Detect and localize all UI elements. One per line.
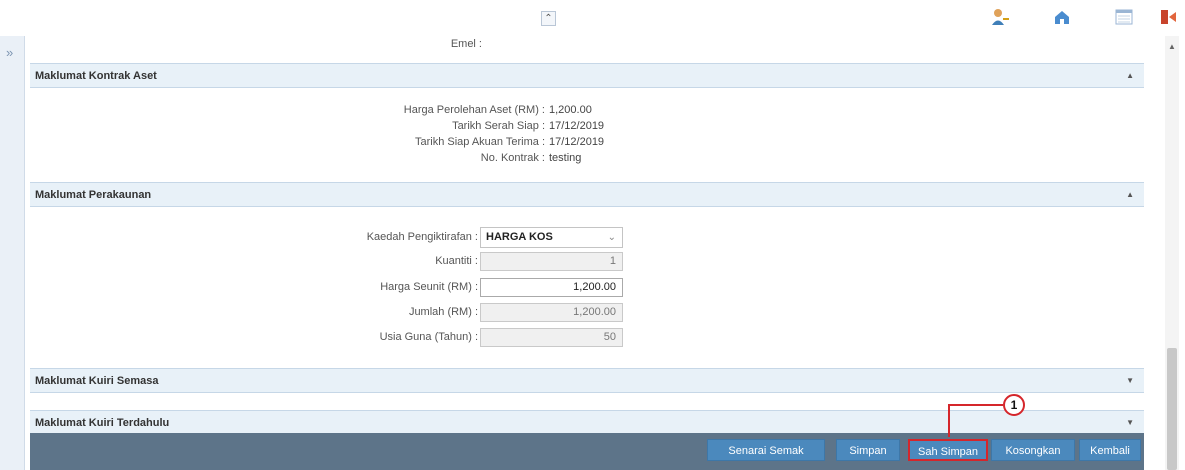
section-perakaunan-header[interactable]: Maklumat Perakaunan ▲ (30, 182, 1144, 207)
section-kuiri-semasa-header[interactable]: Maklumat Kuiri Semasa ▼ (30, 368, 1144, 393)
home-icon[interactable] (1052, 8, 1072, 26)
field-label: Tarikh Serah Siap : (452, 120, 545, 132)
kaedah-pengiktirafan-select[interactable]: HARGA KOS ⌄ (480, 227, 623, 248)
field-tarikh-siap-akuan: Tarikh Siap Akuan Terima : 17/12/2019 (30, 135, 1144, 149)
jumlah-field: 1,200.00 (480, 303, 623, 322)
field-label: Harga Perolehan Aset (RM) : (403, 104, 545, 116)
simpan-button[interactable]: Simpan (836, 439, 900, 461)
field-value: 17/12/2019 (549, 120, 605, 132)
field-value: testing (549, 152, 582, 164)
top-toolbar: ⌃ (0, 0, 1185, 36)
email-row: Emel : (30, 37, 1144, 51)
collapse-icon[interactable]: ▲ (1126, 190, 1134, 199)
harga-seunit-input[interactable]: 1,200.00 (480, 278, 623, 297)
expand-icon[interactable]: ▼ (1126, 418, 1134, 427)
annotation-marker: 1 (1003, 394, 1025, 416)
usia-guna-field: 50 (480, 328, 623, 347)
section-title: Maklumat Kuiri Terdahulu (35, 417, 170, 429)
chevrons-up-icon[interactable]: ⌃ (541, 11, 556, 26)
collapse-icon[interactable]: ▲ (1126, 71, 1134, 80)
field-tarikh-serah-siap: Tarikh Serah Siap : 17/12/2019 (30, 119, 1144, 133)
field-value: 1,200.00 (549, 104, 592, 116)
field-label: Tarikh Siap Akuan Terima : (414, 136, 545, 148)
scroll-up-icon[interactable]: ▲ (1168, 42, 1176, 51)
user-key-icon[interactable] (990, 8, 1010, 26)
calendar-icon[interactable] (1114, 8, 1134, 26)
field-harga-perolehan: Harga Perolehan Aset (RM) : 1,200.00 (30, 103, 1144, 117)
main-content: Emel : Maklumat Kontrak Aset ▲ Harga Per… (30, 36, 1144, 433)
field-label: No. Kontrak : (480, 152, 545, 164)
kembali-button[interactable]: Kembali (1079, 439, 1141, 461)
section-kontrak-aset-header[interactable]: Maklumat Kontrak Aset ▲ (30, 63, 1144, 88)
section-title: Maklumat Perakaunan (35, 189, 152, 201)
sah-simpan-button[interactable]: Sah Simpan (908, 439, 988, 461)
annotation-connector (948, 404, 950, 437)
expand-sidebar-icon[interactable]: » (6, 45, 13, 60)
section-title: Maklumat Kuiri Semasa (35, 375, 159, 387)
field-label: Jumlah (RM) : (408, 306, 478, 318)
section-kuiri-terdahulu-header[interactable]: Maklumat Kuiri Terdahulu ▼ (30, 410, 1144, 433)
annotation-connector (948, 404, 1003, 406)
logout-icon[interactable] (1159, 8, 1179, 26)
chevron-down-icon: ⌄ (607, 232, 616, 243)
vertical-scrollbar[interactable]: ▲ (1165, 36, 1179, 470)
senarai-semak-button[interactable]: Senarai Semak (707, 439, 825, 461)
section-title: Maklumat Kontrak Aset (35, 70, 157, 82)
select-value: HARGA KOS (486, 231, 553, 243)
expand-icon[interactable]: ▼ (1126, 376, 1134, 385)
field-label: Kuantiti : (435, 255, 478, 267)
kosongkan-button[interactable]: Kosongkan (991, 439, 1075, 461)
action-bar: Senarai Semak Simpan Sah Simpan Kosongka… (30, 433, 1144, 470)
field-label: Harga Seunit (RM) : (380, 281, 478, 293)
field-no-kontrak: No. Kontrak : testing (30, 151, 1144, 165)
scrollbar-thumb[interactable] (1167, 348, 1177, 470)
field-label: Kaedah Pengiktirafan : (366, 231, 478, 243)
field-value: 17/12/2019 (549, 136, 605, 148)
email-label: Emel : (450, 38, 482, 50)
kuantiti-field: 1 (480, 252, 623, 271)
left-sidebar-rail: » (0, 36, 25, 470)
field-label: Usia Guna (Tahun) : (379, 331, 478, 343)
